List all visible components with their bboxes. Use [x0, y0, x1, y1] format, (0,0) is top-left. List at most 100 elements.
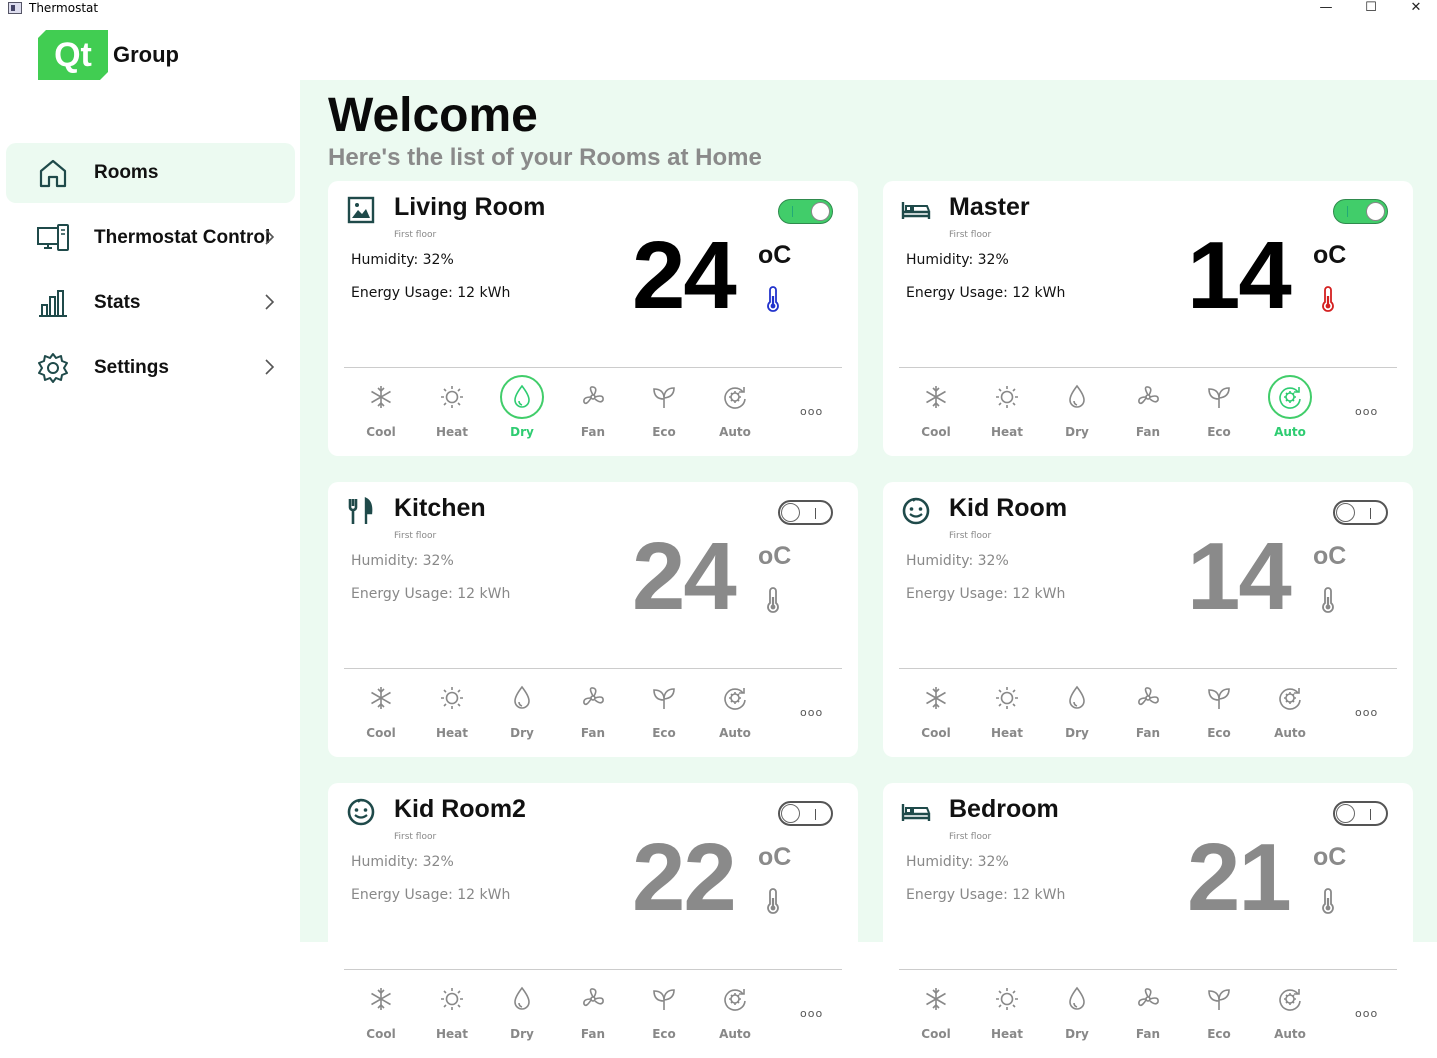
auto-mode-icon — [1279, 688, 1301, 710]
mode-auto-button[interactable]: Auto — [710, 371, 760, 451]
mode-eco-button[interactable]: Eco — [1194, 672, 1244, 752]
mode-cool-button[interactable]: Cool — [356, 672, 406, 752]
sidebar-item-rooms[interactable]: Rooms — [6, 143, 295, 203]
mode-dry-button[interactable]: Dry — [497, 672, 547, 752]
sidebar-item-thermostat-control[interactable]: Thermostat Control — [6, 208, 295, 268]
room-card[interactable]: Master First floor Humidity: 32% Energy … — [883, 181, 1413, 456]
mode-label: Heat — [990, 1027, 1023, 1041]
gear-icon — [38, 353, 68, 383]
more-options-button[interactable]: ooo — [1355, 706, 1378, 719]
mode-fan-button[interactable]: Fan — [1123, 672, 1173, 752]
mode-selector: Cool Heat Dry Fan Eco Auto ooo — [340, 371, 850, 451]
thermometer-icon — [767, 587, 779, 613]
mode-auto-button[interactable]: Auto — [1265, 973, 1315, 1053]
cool-mode-icon — [926, 988, 946, 1010]
room-power-toggle[interactable] — [778, 801, 833, 826]
card-divider — [344, 969, 842, 970]
maximize-button[interactable]: ☐ — [1348, 0, 1394, 17]
toggle-tick — [815, 508, 816, 519]
mode-eco-button[interactable]: Eco — [1194, 973, 1244, 1053]
fan-mode-icon — [583, 386, 604, 405]
cool-mode-icon — [371, 687, 391, 709]
minimize-button[interactable]: — — [1303, 0, 1349, 17]
window-title: Thermostat — [29, 1, 99, 15]
card-divider — [344, 668, 842, 669]
mode-auto-button[interactable]: Auto — [1265, 672, 1315, 752]
close-button[interactable]: ✕ — [1393, 0, 1437, 17]
mode-dry-button[interactable]: Dry — [497, 973, 547, 1053]
mode-cool-button[interactable]: Cool — [356, 973, 406, 1053]
room-card[interactable]: Living Room First floor Humidity: 32% En… — [328, 181, 858, 456]
mode-cool-button[interactable]: Cool — [911, 371, 961, 451]
mode-eco-button[interactable]: Eco — [1194, 371, 1244, 451]
room-power-toggle[interactable] — [1333, 500, 1388, 525]
sidebar-item-stats[interactable]: Stats — [6, 273, 295, 333]
mode-dry-button[interactable]: Dry — [1052, 672, 1102, 752]
mode-heat-button[interactable]: Heat — [982, 973, 1032, 1053]
toggle-knob — [1366, 202, 1385, 221]
mode-heat-button[interactable]: Heat — [982, 672, 1032, 752]
mode-dry-button[interactable]: Dry — [497, 371, 547, 451]
mode-heat-button[interactable]: Heat — [427, 371, 477, 451]
room-floor: First floor — [394, 531, 437, 541]
toggle-knob — [1336, 804, 1355, 823]
mode-selector: Cool Heat Dry Fan Eco Auto ooo — [340, 672, 850, 752]
room-humidity: Humidity: 32% — [906, 553, 1009, 569]
mode-fan-button[interactable]: Fan — [1123, 371, 1173, 451]
more-options-button[interactable]: ooo — [800, 1007, 823, 1020]
mode-label: Dry — [1065, 726, 1089, 740]
temperature-unit: oC — [1313, 843, 1347, 871]
mode-heat-button[interactable]: Heat — [427, 973, 477, 1053]
mode-cool-button[interactable]: Cool — [356, 371, 406, 451]
thermostat-device-icon — [37, 224, 69, 251]
heat-mode-icon — [996, 687, 1018, 709]
more-options-button[interactable]: ooo — [1355, 405, 1378, 418]
mode-dry-button[interactable]: Dry — [1052, 973, 1102, 1053]
mode-heat-button[interactable]: Heat — [427, 672, 477, 752]
mode-auto-button[interactable]: Auto — [710, 973, 760, 1053]
mode-fan-button[interactable]: Fan — [568, 672, 618, 752]
eco-mode-icon — [1208, 688, 1230, 709]
eco-mode-icon — [653, 989, 675, 1010]
mode-heat-button[interactable]: Heat — [982, 371, 1032, 451]
mode-eco-button[interactable]: Eco — [639, 672, 689, 752]
dry-mode-icon — [1069, 685, 1085, 709]
mode-cool-button[interactable]: Cool — [911, 973, 961, 1053]
room-temperature: 14 — [1187, 222, 1292, 329]
room-card[interactable]: Bedroom First floor Humidity: 32% Energy… — [883, 783, 1413, 1058]
fork-knife-icon — [348, 497, 373, 524]
room-name: Kid Room2 — [394, 795, 526, 823]
card-divider — [899, 668, 1397, 669]
mode-fan-button[interactable]: Fan — [1123, 973, 1173, 1053]
bar-chart-icon — [39, 290, 67, 317]
room-energy-usage: Energy Usage: 12 kWh — [906, 285, 1066, 301]
more-options-button[interactable]: ooo — [1355, 1007, 1378, 1020]
room-power-toggle[interactable] — [778, 500, 833, 525]
auto-mode-icon — [724, 989, 746, 1011]
mode-eco-button[interactable]: Eco — [639, 973, 689, 1053]
more-options-button[interactable]: ooo — [800, 405, 823, 418]
room-power-toggle[interactable] — [1333, 199, 1388, 224]
more-options-button[interactable]: ooo — [800, 706, 823, 719]
room-name: Kitchen — [394, 494, 486, 522]
toggle-knob — [781, 503, 800, 522]
mode-eco-button[interactable]: Eco — [639, 371, 689, 451]
room-card[interactable]: Kid Room First floor Humidity: 32% Energ… — [883, 482, 1413, 757]
mode-auto-button[interactable]: Auto — [710, 672, 760, 752]
mode-fan-button[interactable]: Fan — [568, 371, 618, 451]
room-power-toggle[interactable] — [778, 199, 833, 224]
sidebar-item-settings[interactable]: Settings — [6, 338, 295, 398]
room-card[interactable]: Kid Room2 First floor Humidity: 32% Ener… — [328, 783, 858, 1058]
mode-fan-button[interactable]: Fan — [568, 973, 618, 1053]
room-humidity: Humidity: 32% — [351, 252, 454, 268]
mode-selector: Cool Heat Dry Fan Eco Auto ooo — [895, 973, 1405, 1053]
eco-mode-icon — [1208, 989, 1230, 1010]
mode-label: Cool — [366, 1027, 396, 1041]
heat-mode-icon — [441, 988, 463, 1010]
sidebar-item-label: Settings — [94, 357, 169, 378]
mode-dry-button[interactable]: Dry — [1052, 371, 1102, 451]
room-power-toggle[interactable] — [1333, 801, 1388, 826]
mode-auto-button[interactable]: Auto — [1265, 371, 1315, 451]
mode-cool-button[interactable]: Cool — [911, 672, 961, 752]
room-card[interactable]: Kitchen First floor Humidity: 32% Energy… — [328, 482, 858, 757]
